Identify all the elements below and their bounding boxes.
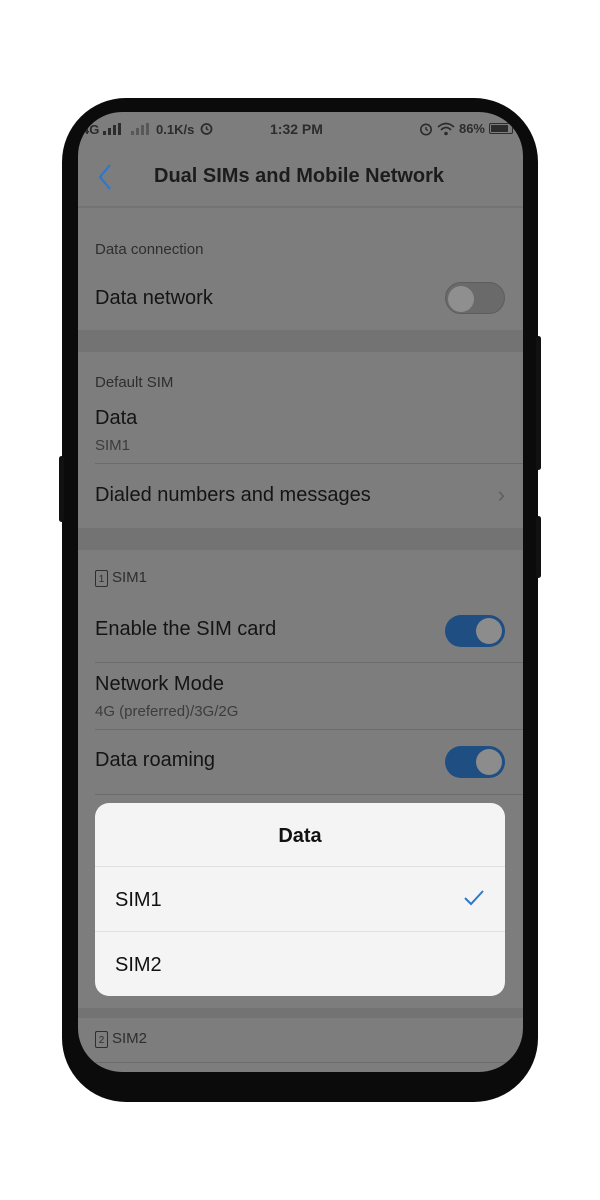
alarm-icon [200, 123, 213, 135]
enable-sim-row[interactable]: Enable the SIM card [78, 598, 523, 662]
network-speed: 0.1K/s [156, 122, 213, 137]
sim1-heading: SIM1 [112, 569, 148, 586]
chevron-right-icon: › [497, 482, 505, 507]
dialog-option-sim2[interactable]: SIM2 [95, 932, 505, 996]
data-sim-dialog: Data SIM1 SIM2 [95, 803, 505, 996]
dialog-option-label: SIM2 [115, 954, 162, 976]
section-header-sim2: 2 SIM2 [95, 1030, 147, 1048]
network-mode-row[interactable]: Network Mode 4G (preferred)/3G/2G [78, 663, 523, 729]
enable-sim-label: Enable the SIM card [95, 618, 277, 640]
volume-button [59, 456, 64, 522]
status-right: 86% [419, 121, 513, 136]
section-header-sim1: 1 SIM1 [95, 569, 147, 587]
network-mode-label: Network Mode [95, 673, 224, 695]
checkmark-icon [464, 890, 484, 906]
side-button [536, 516, 541, 578]
signal-icon-sim2 [130, 123, 149, 135]
sim2-heading: SIM2 [112, 1030, 148, 1047]
alarm-icon [419, 123, 432, 135]
battery-percent: 86% [458, 121, 485, 136]
power-button [536, 336, 541, 470]
section-spacer [78, 330, 523, 352]
data-network-row[interactable]: Data network [78, 262, 523, 330]
battery-icon [489, 123, 513, 134]
data-roaming-label: Data roaming [95, 749, 216, 771]
divider [78, 206, 523, 208]
speed-text: 0.1K/s [156, 122, 195, 137]
network-type: 4G [82, 122, 100, 137]
data-network-toggle[interactable] [445, 282, 505, 314]
data-row[interactable]: Data SIM1 [78, 397, 523, 463]
dialed-numbers-label: Dialed numbers and messages [95, 484, 371, 506]
data-value: SIM1 [95, 437, 131, 454]
status-bar: 4G 0.1K/s 1:32 PM 86% [78, 112, 523, 148]
data-label: Data [95, 407, 138, 429]
page-title: Dual SIMs and Mobile Network [154, 165, 445, 187]
section-spacer [78, 1008, 523, 1018]
data-roaming-toggle[interactable] [445, 746, 505, 778]
section-header-data-connection: Data connection [95, 241, 204, 258]
network-mode-value: 4G (preferred)/3G/2G [95, 703, 239, 720]
clock: 1:32 PM [270, 121, 323, 137]
data-roaming-row[interactable]: Data roaming [78, 730, 523, 794]
sim-card-icon: 2 [95, 1030, 108, 1048]
signal-icon [102, 123, 121, 135]
section-header-default-sim: Default SIM [95, 374, 174, 391]
wifi-icon [437, 122, 455, 135]
app-header: Dual SIMs and Mobile Network [78, 148, 523, 206]
enable-sim-toggle[interactable] [445, 615, 505, 647]
chevron-left-icon[interactable] [96, 162, 116, 192]
dialog-option-sim1[interactable]: SIM1 [95, 867, 505, 931]
dialed-numbers-row[interactable]: Dialed numbers and messages › [78, 464, 523, 528]
dialog-option-label: SIM1 [115, 889, 162, 911]
sim-card-icon: 1 [95, 569, 108, 587]
data-network-label: Data network [95, 287, 213, 309]
divider [95, 794, 523, 795]
signal-indicator: 4G [82, 122, 149, 137]
section-spacer [78, 528, 523, 550]
divider [95, 1062, 523, 1063]
dialog-title: Data [278, 825, 322, 847]
